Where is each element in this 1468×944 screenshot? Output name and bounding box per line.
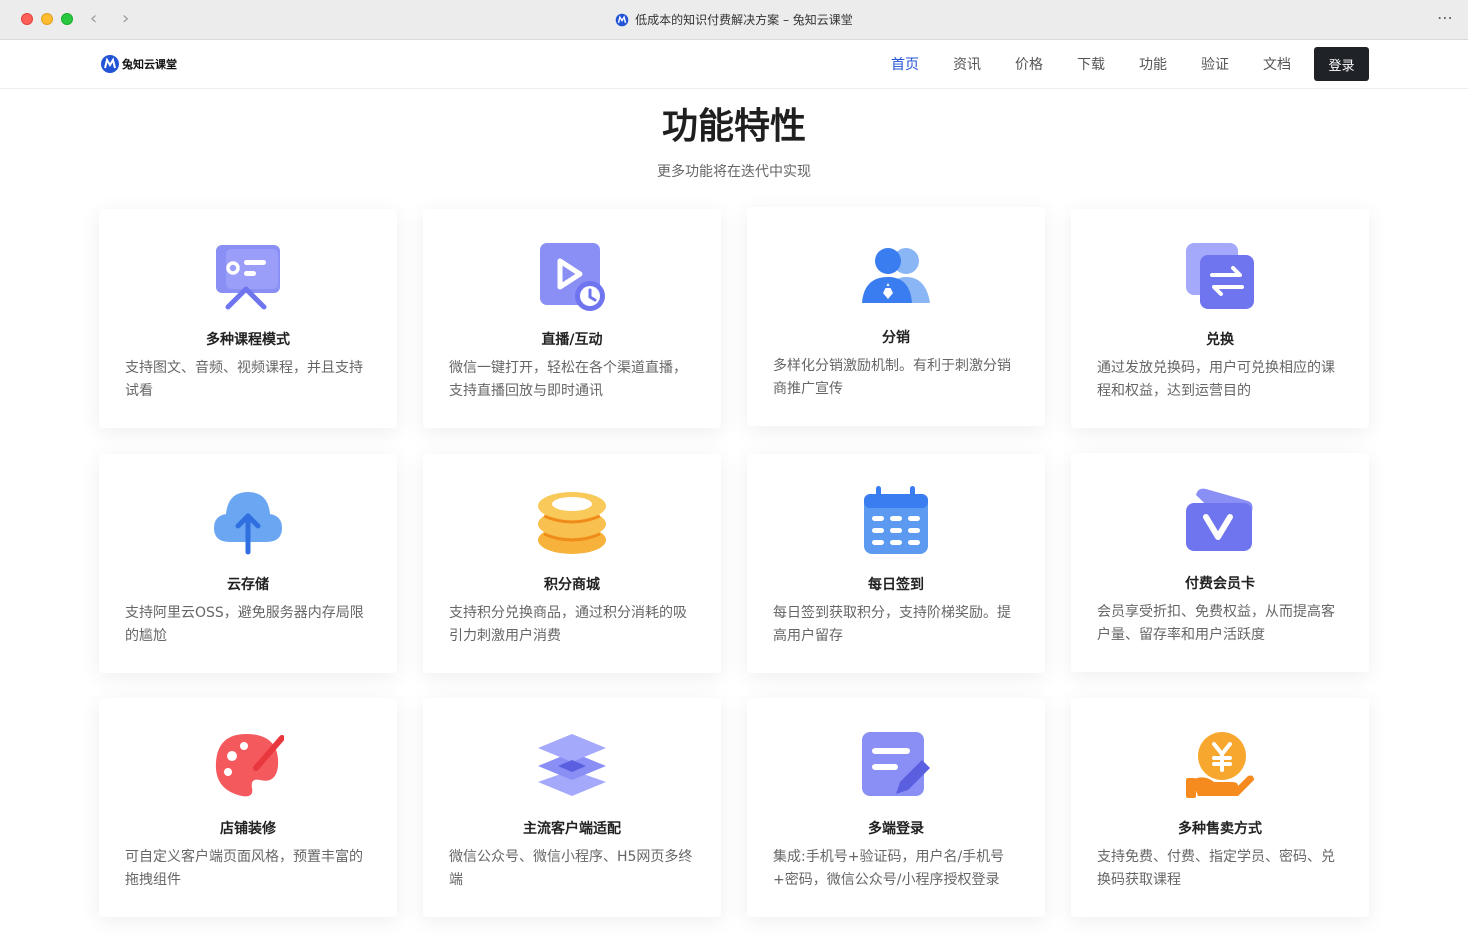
logo-text: 兔知云课堂 [122,58,177,71]
feature-title: 每日签到 [868,577,924,593]
feature-title: 店铺装修 [220,821,276,837]
feature-card-course-modes[interactable]: 多种课程模式 支持图文、音频、视频课程，并且支持试看 [99,209,397,428]
main-menu: 首页 资讯 价格 下载 功能 验证 文档 [874,40,1308,89]
feature-desc: 支持图文、音频、视频课程，并且支持试看 [125,360,363,399]
feature-card-shop-decoration[interactable]: 店铺装修 可自定义客户端页面风格，预置丰富的拖拽组件 [99,698,397,917]
feature-desc: 每日签到获取积分，支持阶梯奖励。提高用户留存 [773,605,1011,644]
feature-title: 积分商城 [544,577,600,593]
feature-title: 多端登录 [868,821,924,837]
calendar-icon [864,486,928,554]
site-logo[interactable]: 兔知云课堂 [100,54,177,74]
feature-desc: 可自定义客户端页面风格，预置丰富的拖拽组件 [125,849,363,888]
feature-title: 多种售卖方式 [1178,821,1262,837]
live-play-icon [540,243,605,311]
feature-title: 分销 [882,330,910,346]
cloud-upload-icon [214,492,282,555]
menu-item-pricing[interactable]: 价格 [998,55,1060,75]
feature-title: 主流客户端适配 [523,821,621,837]
feature-card-vip-card[interactable]: 付费会员卡 会员享受折扣、免费权益，从而提高客户量、留存率和用户活跃度 [1071,453,1369,672]
feature-desc: 多样化分销激励机制。有利于刺激分销商推广宣传 [773,358,1011,397]
feature-title: 直播/互动 [541,332,603,348]
menu-item-home[interactable]: 首页 [874,55,936,75]
site-header: 兔知云课堂 首页 资讯 价格 下载 功能 验证 文档 登录 [0,40,1468,89]
window-title-text: 低成本的知识付费解决方案 – 兔知云课堂 [635,13,853,27]
feature-title: 兑换 [1206,332,1234,348]
feature-card-multi-login[interactable]: 多端登录 集成:手机号+验证码，用户名/手机号+密码，微信公众号/小程序授权登录 [747,698,1045,917]
vip-card-icon [1186,488,1253,551]
feature-card-points-mall[interactable]: 积分商城 支持积分兑换商品，通过积分消耗的吸引力刺激用户消费 [423,454,721,673]
feature-card-daily-checkin[interactable]: 每日签到 每日签到获取积分，支持阶梯奖励。提高用户留存 [747,454,1045,673]
feature-card-cloud-storage[interactable]: 云存储 支持阿里云OSS，避免服务器内存局限的尴尬 [99,454,397,673]
page-subtitle: 更多功能将在迭代中实现 [657,164,811,180]
menu-item-news[interactable]: 资讯 [936,55,998,75]
feature-card-sales-methods[interactable]: 多种售卖方式 支持免费、付费、指定学员、密码、兑换码获取课程 [1071,698,1369,917]
feature-title: 付费会员卡 [1185,576,1255,592]
window-title: 低成本的知识付费解决方案 – 兔知云课堂 [0,11,1468,29]
palette-icon [215,734,284,797]
yen-hand-icon [1186,732,1254,798]
favicon-icon [615,13,629,27]
feature-card-live[interactable]: 直播/互动 微信一键打开，轻松在各个渠道直播，支持直播回放与即时通讯 [423,209,721,428]
feature-desc: 微信公众号、微信小程序、H5网页多终端 [449,849,693,888]
feature-desc: 会员享受折扣、免费权益，从而提高客户量、留存率和用户活跃度 [1097,604,1335,643]
login-button[interactable]: 登录 [1314,47,1369,81]
menu-item-docs[interactable]: 文档 [1246,55,1308,75]
menu-item-features[interactable]: 功能 [1122,55,1184,75]
feature-desc: 通过发放兑换码，用户可兑换相应的课程和权益，达到运营目的 [1097,360,1335,399]
feature-desc: 支持阿里云OSS，避免服务器内存局限的尴尬 [125,605,364,644]
feature-desc: 支持积分兑换商品，通过积分消耗的吸引力刺激用户消费 [449,605,687,644]
layers-icon [538,734,606,796]
feature-card-distribution[interactable]: 分销 多样化分销激励机制。有利于刺激分销商推广宣传 [747,207,1045,426]
feature-desc: 集成:手机号+验证码，用户名/手机号+密码，微信公众号/小程序授权登录 [773,849,1005,888]
feature-card-exchange[interactable]: 兑换 通过发放兑换码，用户可兑换相应的课程和权益，达到运营目的 [1071,209,1369,428]
menu-item-verify[interactable]: 验证 [1184,55,1246,75]
feature-card-client-adaptation[interactable]: 主流客户端适配 微信公众号、微信小程序、H5网页多终端 [423,698,721,917]
feature-title: 多种课程模式 [206,332,290,348]
menu-item-download[interactable]: 下载 [1060,55,1122,75]
exchange-icon [1186,243,1254,309]
edit-note-icon [862,732,930,796]
feature-desc: 支持免费、付费、指定学员、密码、兑换码获取课程 [1097,849,1335,888]
coins-stack-icon [538,492,606,554]
more-options-icon[interactable]: ⋯ [1437,8,1454,27]
feature-title: 云存储 [227,577,269,593]
course-mode-icon [216,245,280,310]
page-title: 功能特性 [661,106,806,147]
feature-desc: 微信一键打开，轻松在各个渠道直播，支持直播回放与即时通讯 [449,360,687,399]
window-titlebar: ‹ › 低成本的知识付费解决方案 – 兔知云课堂 ⋯ [0,0,1468,40]
distribution-users-icon [862,248,930,303]
logo-icon [101,55,119,73]
